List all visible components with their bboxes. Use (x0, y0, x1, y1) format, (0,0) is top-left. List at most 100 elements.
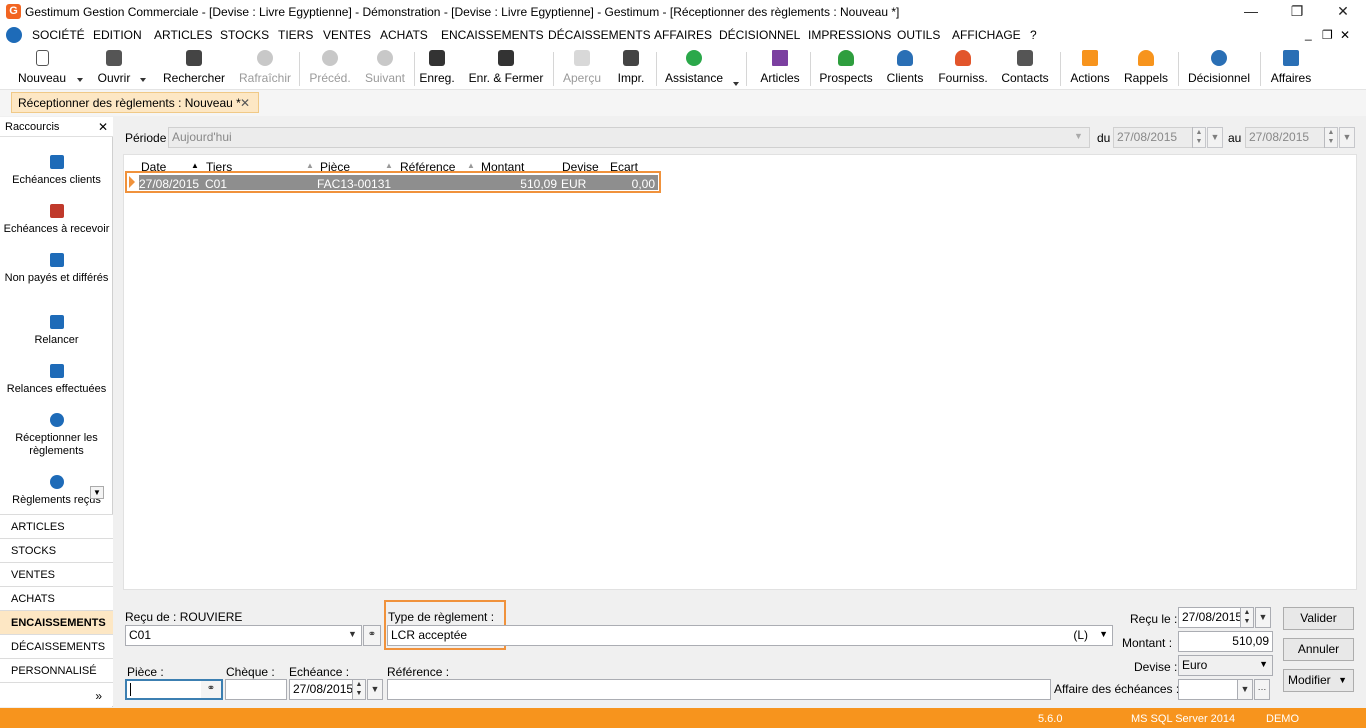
sort-asc-icon: ▲ (191, 161, 199, 170)
ouvrir-dropdown-icon[interactable] (140, 78, 146, 82)
nav-category-ventes[interactable]: VENTES (0, 562, 113, 586)
toolbar-button-affaires[interactable]: Affaires (1267, 50, 1315, 88)
toolbar-separator (746, 52, 747, 86)
shortcuts-title: Raccourcis (5, 121, 60, 133)
toolbar-button-fournisseurs[interactable]: Fourniss. (937, 50, 989, 88)
sort-icon: ▲ (385, 161, 393, 170)
toolbar-button-imprimer[interactable]: Impr. (614, 50, 648, 88)
type-reglement-select[interactable]: LCR acceptée (L) ▼ (387, 625, 1113, 646)
nav-category-personnalise[interactable]: PERSONNALISÉ (0, 658, 113, 682)
mdi-close-button[interactable]: ✕ (1340, 28, 1350, 42)
date-from-input[interactable]: 27/08/2015 (1113, 127, 1193, 148)
menu-stocks[interactable]: STOCKS (220, 28, 269, 42)
modifier-button[interactable]: Modifier ▼ (1283, 669, 1354, 692)
reference-input[interactable] (387, 679, 1051, 700)
toolbar-button-nouveau[interactable]: Nouveau (16, 50, 68, 88)
date-to-input[interactable]: 27/08/2015 (1245, 127, 1325, 148)
menu-decaissements[interactable]: DÉCAISSEMENTS (548, 28, 651, 42)
menu-tiers[interactable]: TIERS (278, 28, 313, 42)
row-indicator-icon (129, 176, 135, 188)
menu-affaires[interactable]: AFFAIRES (654, 28, 712, 42)
nav-category-stocks[interactable]: STOCKS (0, 538, 113, 562)
nav-more-icon[interactable]: » (0, 682, 113, 706)
close-button[interactable]: ✕ (1320, 0, 1366, 24)
recu-le-dropdown-icon[interactable]: ▼ (1255, 607, 1271, 628)
toolbar-button-clients[interactable]: Clients (884, 50, 926, 88)
toolbar-button-suivant[interactable]: Suivant (362, 50, 408, 88)
shortcuts-close-icon[interactable]: ✕ (98, 120, 108, 134)
toolbar-button-ouvrir[interactable]: Ouvrir (92, 50, 136, 88)
menu-help[interactable]: ? (1030, 28, 1037, 42)
nav-category-articles[interactable]: ARTICLES (0, 514, 113, 538)
tiers-input[interactable]: C01 (125, 625, 362, 646)
toolbar-button-rappels[interactable]: Rappels (1123, 50, 1169, 88)
shortcut-echeances-clients[interactable]: Echéances clients (0, 155, 113, 187)
menu-decisionnel[interactable]: DÉCISIONNEL (719, 28, 800, 42)
cheque-input[interactable] (225, 679, 287, 700)
affaire-browse-button[interactable]: … (1254, 679, 1270, 700)
tiers-search-binoculars-icon[interactable]: ⚭ (363, 625, 381, 646)
menu-encaissements[interactable]: ENCAISSEMENTS (441, 28, 544, 42)
toolbar-button-articles[interactable]: Articles (757, 50, 803, 88)
toolbar-button-actions[interactable]: Actions (1067, 50, 1113, 88)
document-tab[interactable]: Réceptionner des règlements : Nouveau * … (11, 92, 259, 113)
nav-category-encaissements[interactable]: ENCAISSEMENTS (0, 610, 113, 634)
tiers-dropdown-icon[interactable]: ▼ (345, 625, 360, 646)
menu-affichage[interactable]: AFFICHAGE (952, 28, 1021, 42)
mdi-minimize-button[interactable]: _ (1305, 27, 1312, 41)
period-select[interactable]: Aujourd'hui (168, 127, 1090, 148)
annuler-button[interactable]: Annuler (1283, 638, 1354, 661)
shortcut-echeances-a-recevoir[interactable]: Echéances à recevoir (0, 204, 113, 236)
valider-button[interactable]: Valider (1283, 607, 1354, 630)
toolbar-button-assistance[interactable]: Assistance (663, 50, 725, 88)
toolbar-button-enregistrer-fermer[interactable]: Enr. & Fermer (467, 50, 545, 88)
toolbar-button-contacts[interactable]: Contacts (999, 50, 1051, 88)
menu-edition[interactable]: EDITION (93, 28, 142, 42)
echeance-spinner[interactable]: ▲ ▼ (352, 679, 366, 700)
date-to-dropdown-icon[interactable]: ▼ (1339, 127, 1355, 148)
piece-search-binoculars-icon[interactable]: ⚭ (201, 681, 221, 698)
toolbar-button-decisionnel[interactable]: Décisionnel (1186, 50, 1252, 88)
menu-impressions[interactable]: IMPRESSIONS (808, 28, 891, 42)
toolbar-overflow-icon[interactable] (733, 82, 739, 86)
restore-button[interactable]: ❐ (1274, 0, 1320, 24)
menu-articles[interactable]: ARTICLES (154, 28, 212, 42)
table-row[interactable]: 27/08/2015 C01 FAC13-00131 510,09 EUR 0,… (125, 171, 661, 193)
shortcut-receptionner-reglements[interactable]: Réceptionner les règlements (0, 413, 113, 458)
menu-outils[interactable]: OUTILS (897, 28, 940, 42)
toolbar-button-precedent[interactable]: Précéd. (306, 50, 354, 88)
window-title: Gestimum Gestion Commerciale - [Devise :… (25, 5, 900, 19)
menu-achats[interactable]: ACHATS (380, 28, 428, 42)
shortcut-relances-effectuees[interactable]: Relances effectuées (0, 364, 113, 396)
toolbar-button-prospects[interactable]: Prospects (818, 50, 874, 88)
toolbar-button-apercu[interactable]: Aperçu (560, 50, 604, 88)
date-to-spinner[interactable]: ▲ ▼ (1324, 127, 1338, 148)
date-from-dropdown-icon[interactable]: ▼ (1207, 127, 1223, 148)
nouveau-dropdown-icon[interactable] (77, 78, 83, 82)
menu-societe[interactable]: SOCIÉTÉ (32, 28, 85, 42)
echeance-dropdown-icon[interactable]: ▼ (367, 679, 383, 700)
toolbar-separator (299, 52, 300, 86)
recu-le-spinner[interactable]: ▲ ▼ (1240, 607, 1254, 628)
minimize-button[interactable]: — (1228, 0, 1274, 24)
shortcuts-scroll-down-icon[interactable]: ▼ (90, 486, 104, 499)
nav-category-decaissements[interactable]: DÉCAISSEMENTS (0, 634, 113, 658)
toolbar-button-rafraichir[interactable]: Rafraîchir (236, 50, 294, 88)
date-from-spinner[interactable]: ▲ ▼ (1192, 127, 1206, 148)
mdi-restore-button[interactable]: ❐ (1322, 28, 1333, 42)
montant-input[interactable]: 510,09 (1178, 631, 1273, 652)
prospect-person-icon (838, 50, 854, 66)
toolbar-button-rechercher[interactable]: Rechercher (161, 50, 227, 88)
document-tab-close-icon[interactable]: ✕ (240, 96, 250, 110)
shortcut-non-payes-differes[interactable]: Non payés et différés (0, 253, 113, 285)
app-menu-icon[interactable] (6, 27, 22, 43)
toolbar-button-enregistrer[interactable]: Enreg. (418, 50, 456, 88)
echeance-input[interactable]: 27/08/2015 (289, 679, 353, 700)
affaire-dropdown-icon[interactable]: ▼ (1237, 679, 1253, 700)
menu-ventes[interactable]: VENTES (323, 28, 371, 42)
shortcut-relancer[interactable]: Relancer (0, 315, 113, 347)
affaire-input[interactable] (1178, 679, 1238, 700)
nav-category-achats[interactable]: ACHATS (0, 586, 113, 610)
devise-select[interactable]: Euro ▼ (1178, 655, 1273, 676)
recu-le-input[interactable]: 27/08/2015 (1178, 607, 1241, 628)
